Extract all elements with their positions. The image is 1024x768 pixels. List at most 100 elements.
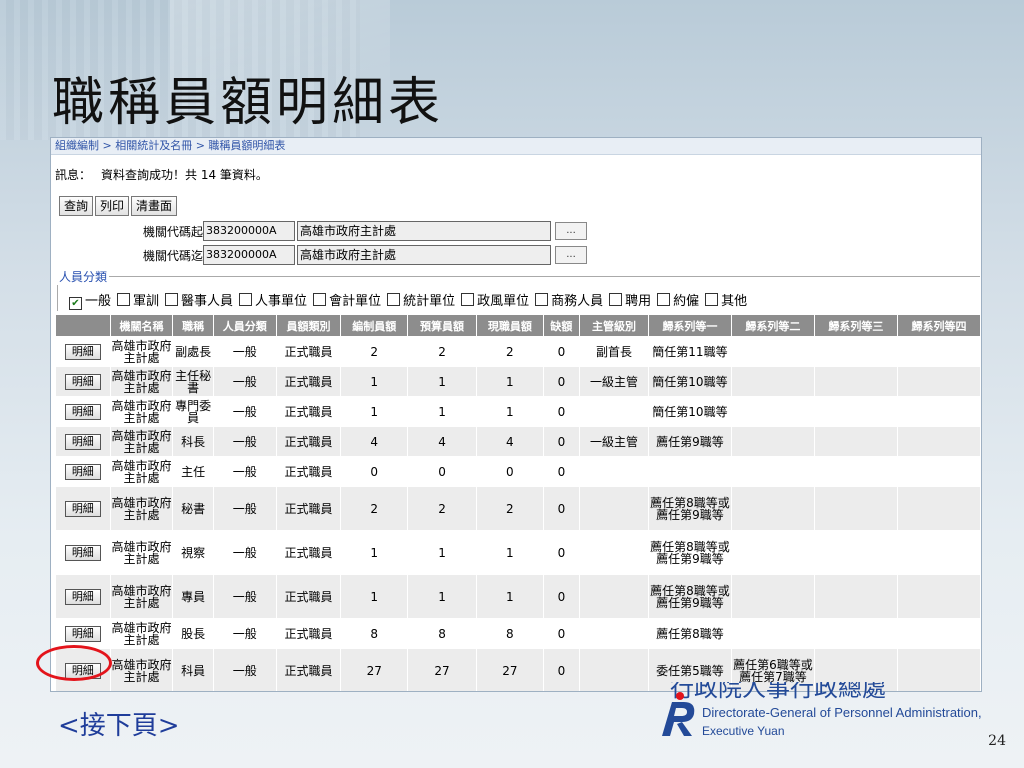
detail-button[interactable]: 明細 [64,433,101,450]
table-cell [896,618,981,649]
cell-text: 正式職員 [284,501,333,516]
cell-text: 高雄市政府主計處 [111,657,172,684]
category-label: 醫事人員 [181,294,234,309]
category-option[interactable]: 醫事人員 [165,290,233,309]
checkbox-icon[interactable] [705,293,719,306]
checkbox-icon[interactable] [239,293,253,306]
table-cell: 主任秘書 [172,366,214,397]
detail-button[interactable]: 明細 [64,500,101,517]
cell-text: 一般 [232,434,257,449]
detail-button[interactable]: 明細 [64,373,101,390]
org-from-lookup-button[interactable]: ... [555,222,587,240]
table-cell [896,648,981,691]
category-option[interactable]: 人事單位 [239,290,307,309]
table-cell [813,366,898,397]
category-option[interactable]: 軍訓 [117,290,159,309]
checkbox-icon[interactable] [609,293,623,306]
clear-button[interactable]: 清畫面 [131,196,178,216]
cell-text: 一般 [232,344,257,359]
checkbox-icon[interactable] [461,293,475,306]
table-cell: 2 [407,336,477,367]
checkbox-icon[interactable] [387,293,401,306]
category-option[interactable]: 聘用 [609,290,651,309]
org-to-code-field[interactable]: 383200000A [203,245,295,265]
table-cell: 一般 [212,530,277,575]
cell-text: 0 [506,464,514,479]
table-row: 明細 高雄市政府主計處 視察 一般 正式職員 1 1 1 0 薦任第8職等或薦任第9職等 [55,530,981,575]
cell-text: 正式職員 [284,434,333,449]
table-cell: 0 [542,574,581,619]
slide-title: 職稱員額明細表 [52,73,445,133]
cell-text: 高雄市政府主計處 [111,495,172,522]
table-cell: 簡任第10職等 [647,396,732,427]
table-cell [813,456,898,487]
toolbar: 查詢 列印 清畫面 [59,196,179,216]
table-cell [730,618,815,649]
cell-text: 一般 [232,501,257,516]
app-panel: 組織編制 > 相關統計及名冊 > 職稱員額明細表 訊息： 資料查詢成功！共 14 … [50,137,982,692]
breadcrumb[interactable]: 組織編制 > 相關統計及名冊 > 職稱員額明細表 [51,138,981,155]
category-checkboxes: ✔ 一般 軍訓 醫事人員 人事單位 會計單位 統計單位 政風單位 商務人員 聘用 約僱 其他 [69,290,753,310]
cell-text: 1 [506,374,514,389]
query-button[interactable]: 查詢 [59,196,94,216]
table-cell: 高雄市政府主計處 [109,396,174,427]
cell-text: 高雄市政府主計處 [111,428,172,455]
table-cell: 8 [407,618,477,649]
table-cell: 2 [475,336,544,367]
detail-cell: 明細 [55,396,111,427]
table-cell [813,486,898,531]
table-row: 明細 高雄市政府主計處 專門委員 一般 正式職員 1 1 1 0 簡任第10職等 [55,396,981,427]
cell-text: 薦任第8職等或薦任第9職等 [650,583,730,610]
cell-text: 1 [370,374,379,389]
table-cell: 1 [475,574,544,619]
category-option[interactable]: 會計單位 [313,290,381,309]
table-cell: 正式職員 [275,336,342,367]
cell-text: 科長 [181,434,206,449]
table-cell: 一般 [212,486,277,531]
cell-text: 薦任第9職等 [656,434,724,449]
checkbox-checked-icon[interactable]: ✔ [69,297,82,310]
checkbox-icon[interactable] [535,293,549,306]
checkbox-icon[interactable] [313,293,327,306]
detail-button[interactable]: 明細 [64,625,101,642]
column-header: 缺額 [542,314,581,337]
table-cell: 高雄市政府主計處 [109,366,174,397]
table-cell: 正式職員 [275,456,342,487]
print-button[interactable]: 列印 [95,196,130,216]
column-header [55,314,111,337]
checkbox-icon[interactable] [117,293,131,306]
category-option[interactable]: 其他 [705,290,747,309]
cell-text: 0 [557,344,566,359]
detail-button[interactable]: 明細 [64,588,101,605]
cell-text: 正式職員 [284,589,333,604]
checkbox-icon[interactable] [657,293,671,306]
table-cell: 一級主管 [579,426,649,457]
table-cell: 一般 [212,618,277,649]
table-cell: 主任 [172,456,214,487]
org-to-lookup-button[interactable]: ... [555,246,587,264]
category-option[interactable]: ✔ 一般 [69,290,111,310]
table-cell: 股長 [172,618,214,649]
cell-text: 一般 [232,404,257,419]
detail-cell: 明細 [55,426,111,457]
detail-button[interactable]: 明細 [64,403,101,420]
detail-button[interactable]: 明細 [64,544,101,561]
table-cell [579,618,649,649]
detail-button[interactable]: 明細 [64,343,101,360]
checkbox-icon[interactable] [165,293,179,306]
cell-text: 4 [370,434,379,449]
table-cell: 高雄市政府主計處 [109,426,174,457]
category-option[interactable]: 統計單位 [387,290,455,309]
cell-text: 一般 [232,589,257,604]
category-option[interactable]: 商務人員 [535,290,603,309]
category-option[interactable]: 政風單位 [461,290,529,309]
table-cell [579,530,649,575]
column-header: 主管級別 [579,314,649,337]
logo-english-line1: Directorate-General of Personnel Adminis… [702,705,982,720]
detail-button[interactable]: 明細 [64,463,101,480]
org-from-code-field[interactable]: 383200000A [203,221,295,241]
cell-text: 1 [438,374,446,389]
cell-text: 0 [370,464,379,479]
category-label: 其他 [721,294,748,309]
category-option[interactable]: 約僱 [657,290,699,309]
